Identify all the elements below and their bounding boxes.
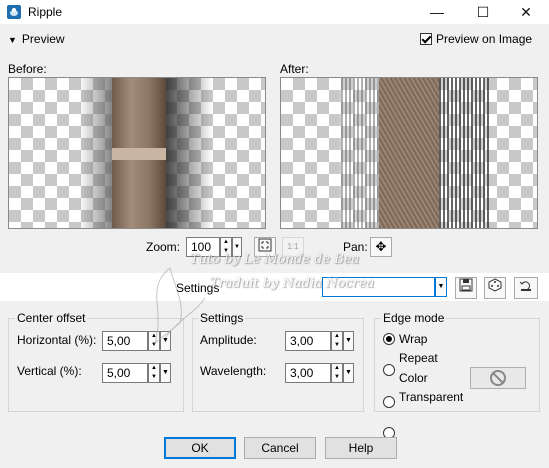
reset-default-icon[interactable] xyxy=(514,277,538,299)
preview-toggle-label: Preview xyxy=(21,32,65,46)
vertical-dropdown[interactable]: ▼ xyxy=(160,363,171,383)
wavelength-label: Wavelength: xyxy=(200,364,267,378)
after-preview[interactable] xyxy=(280,77,538,229)
preview-on-image-checkbox[interactable] xyxy=(420,33,432,45)
edge-mode-transparent-label: Transparent xyxy=(399,390,464,404)
edge-mode-repeat-label: Repeat xyxy=(399,351,438,365)
watermark: Tuto by Le Monde de Bea Traduit by Nadia… xyxy=(135,248,385,348)
after-label: After: xyxy=(280,62,309,76)
randomize-dice-icon[interactable] xyxy=(484,277,506,299)
wavelength-input[interactable]: 3,00 xyxy=(285,363,331,383)
close-button[interactable]: ✕ xyxy=(503,0,549,24)
minimize-button[interactable]: — xyxy=(414,0,460,24)
maximize-button[interactable]: ☐ xyxy=(460,0,506,24)
edge-mode-color-radio[interactable] xyxy=(383,396,395,408)
cancel-button[interactable]: Cancel xyxy=(244,437,316,459)
after-strap-image xyxy=(379,78,439,228)
horizontal-label: Horizontal (%): xyxy=(17,333,97,347)
edge-mode-wrap-label: Wrap xyxy=(399,332,428,346)
vertical-input[interactable]: 5,00 xyxy=(102,363,148,383)
ok-button[interactable]: OK xyxy=(164,437,236,459)
vertical-label: Vertical (%): xyxy=(17,364,82,378)
vertical-spinner[interactable]: ▲ ▼ xyxy=(148,363,160,383)
before-label: Before: xyxy=(8,62,47,76)
before-shadow-left xyxy=(79,78,113,228)
wavelength-dropdown[interactable]: ▼ xyxy=(343,363,354,383)
watermark-line-1: Tuto by Le Monde de Bea xyxy=(190,252,360,267)
ripple-app-icon xyxy=(6,4,22,20)
window-title: Ripple xyxy=(28,5,63,19)
edge-mode-title: Edge mode xyxy=(381,311,447,325)
before-preview[interactable] xyxy=(8,77,266,229)
save-preset-icon[interactable] xyxy=(455,277,477,299)
no-color-icon xyxy=(490,370,506,386)
edge-mode-color-label: Color xyxy=(399,371,428,385)
wavelength-spinner[interactable]: ▲ ▼ xyxy=(331,363,343,383)
before-strap-stitch xyxy=(112,148,166,160)
after-shadow-right xyxy=(439,78,489,228)
edge-color-swatch[interactable] xyxy=(470,367,526,389)
preview-toggle[interactable]: ▼ Preview xyxy=(8,32,65,46)
chevron-down-icon[interactable]: ▼ xyxy=(435,277,447,297)
center-offset-title: Center offset xyxy=(15,311,88,325)
before-shadow-right xyxy=(166,78,212,228)
help-button[interactable]: Help xyxy=(325,437,397,459)
preview-on-image-label: Preview on Image xyxy=(436,32,533,46)
chevron-down-icon: ▼ xyxy=(8,35,17,45)
edge-mode-repeat-radio[interactable] xyxy=(383,364,395,376)
checkmark-icon xyxy=(420,33,432,45)
watermark-line-2: Traduit by Nadia Nocrea xyxy=(210,276,375,291)
after-shadow-left xyxy=(339,78,379,228)
